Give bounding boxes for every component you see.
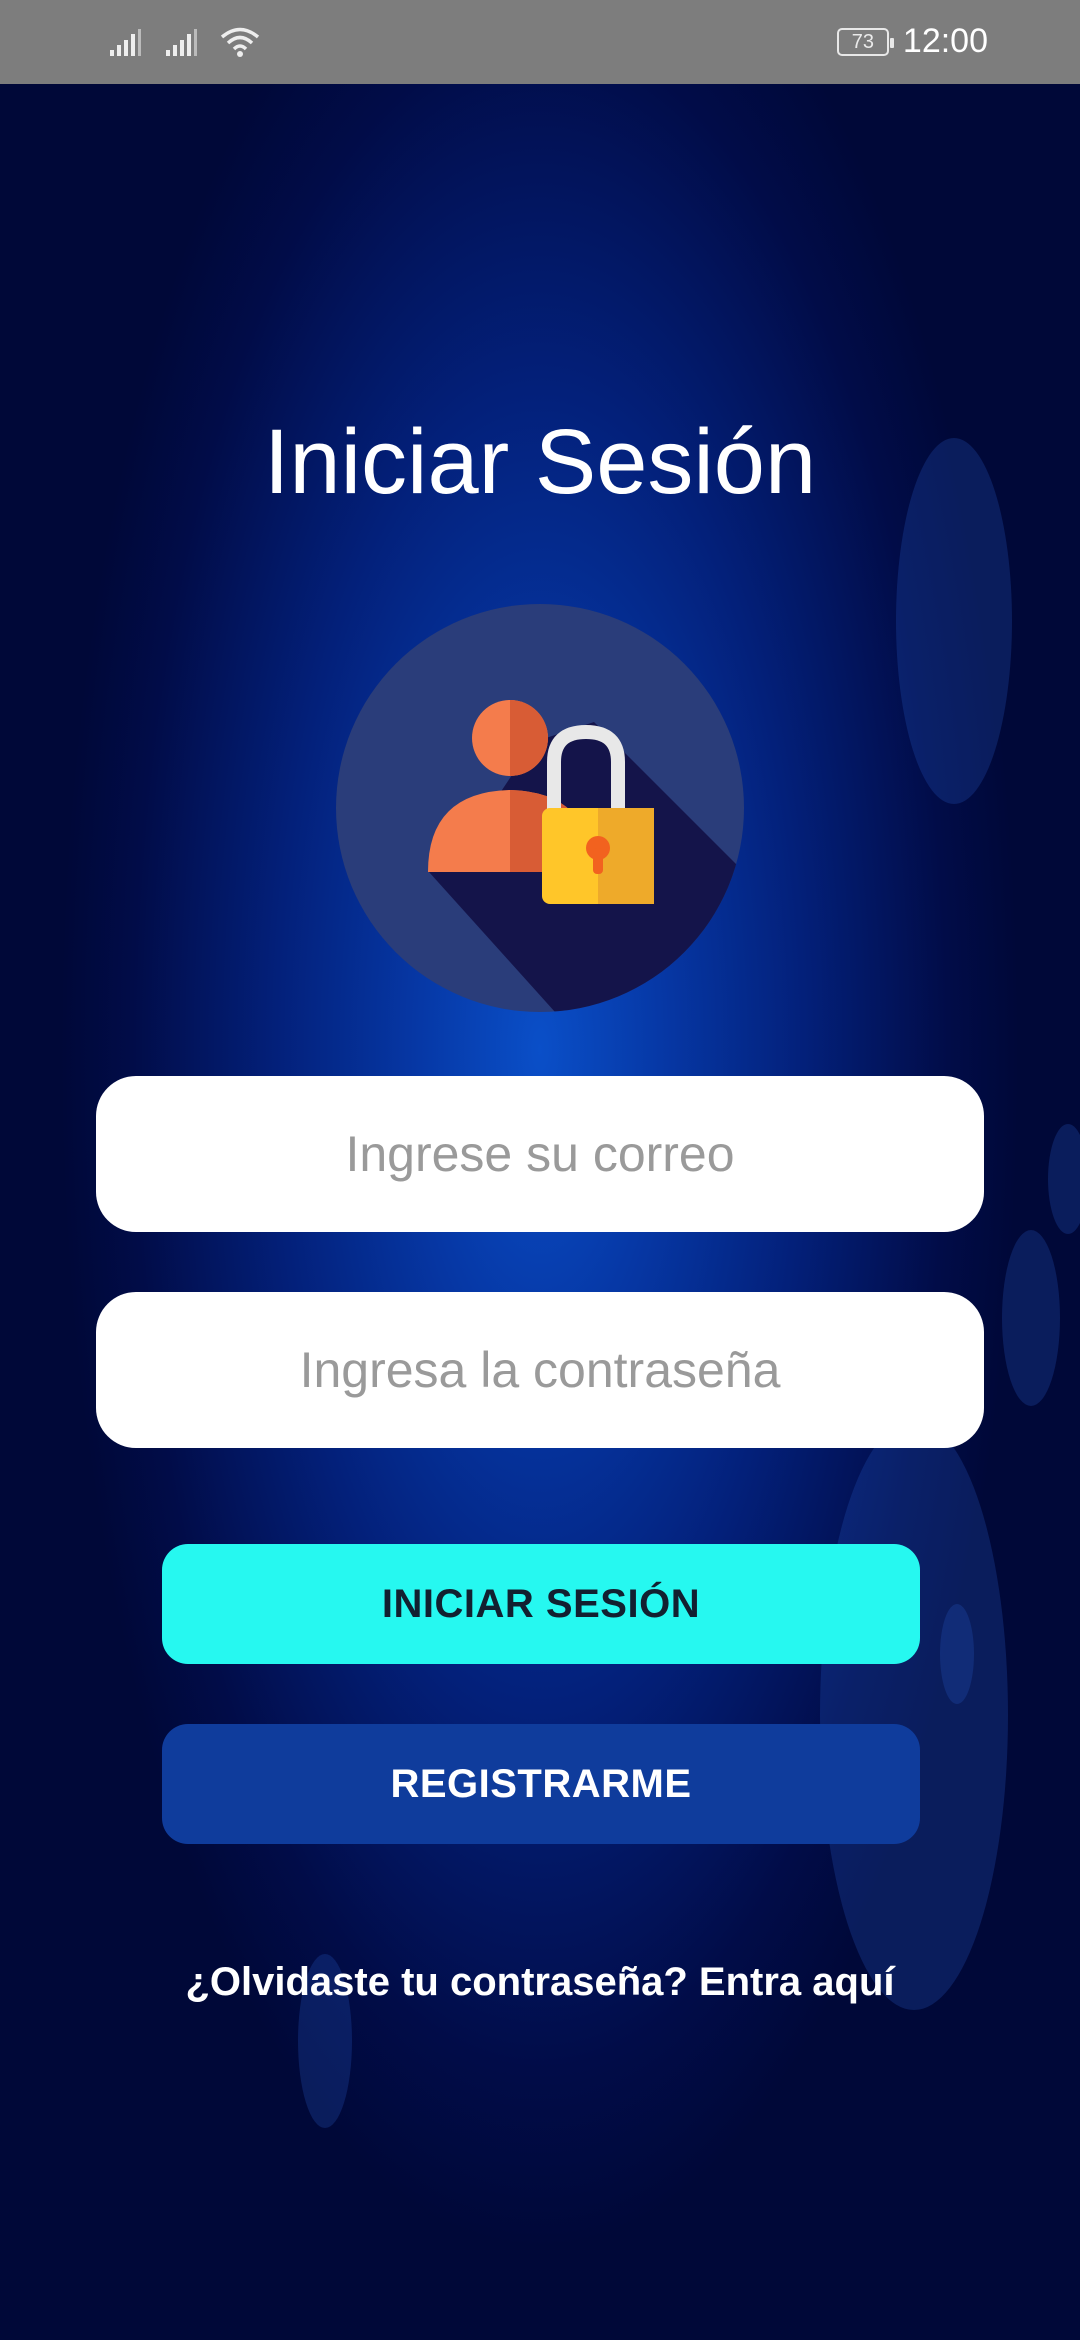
decorative-bubble (820, 1420, 1008, 2010)
battery-level: 73 (851, 30, 875, 53)
status-icons-left (108, 26, 260, 58)
forgot-password-link[interactable]: ¿Olvidaste tu contraseña? Entra aquí (0, 1960, 1080, 2005)
decorative-bubble (940, 1604, 974, 1704)
decorative-bubble (1048, 1124, 1080, 1234)
status-bar: 73 12:00 (0, 0, 1080, 84)
status-icons-right: 73 12:00 (836, 22, 988, 61)
password-field[interactable] (96, 1292, 984, 1448)
wifi-icon (220, 27, 260, 57)
login-screen: 73 12:00 Iniciar Sesión IN (0, 0, 1080, 2340)
battery-icon: 73 (836, 27, 894, 56)
signal-icon (110, 29, 141, 56)
status-time: 12:00 (902, 22, 988, 60)
register-button[interactable]: REGISTRARME (162, 1724, 920, 1844)
page-title: Iniciar Sesión (263, 411, 817, 513)
decorative-bubble (1002, 1230, 1060, 1406)
user-lock-icon (336, 604, 744, 1012)
signal-icon (166, 29, 197, 56)
email-field[interactable] (96, 1076, 984, 1232)
login-button[interactable]: INICIAR SESIÓN (162, 1544, 920, 1664)
